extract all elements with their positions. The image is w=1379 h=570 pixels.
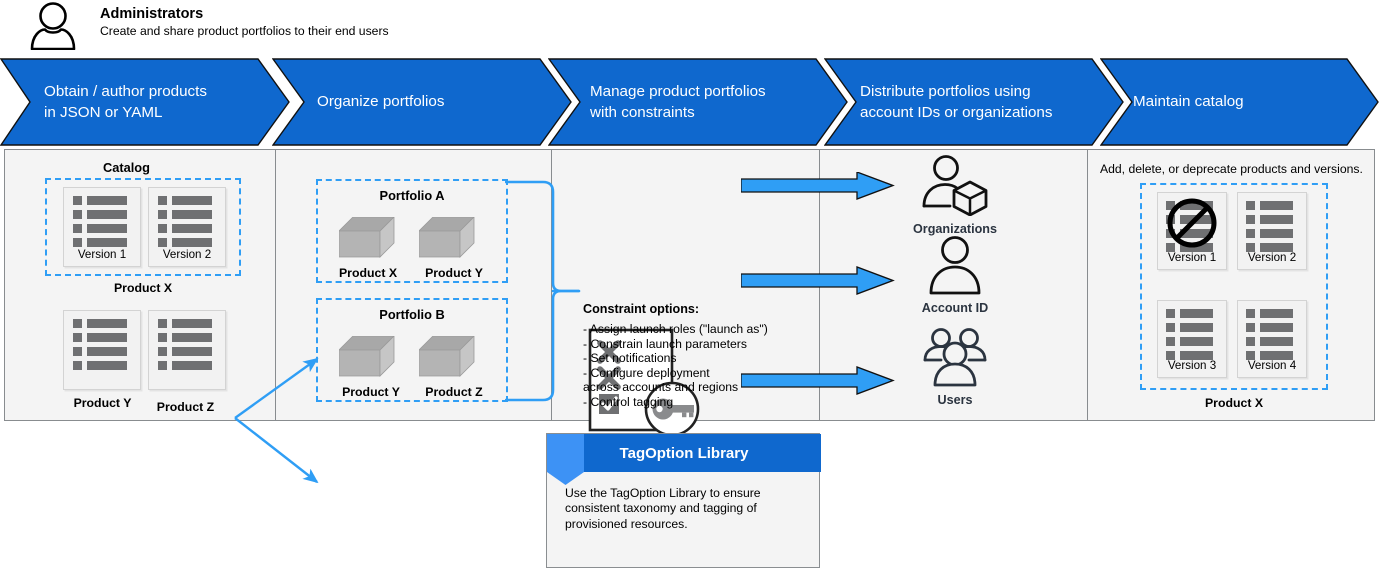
banner-step-3[interactable]: Manage product portfolios with constrain…: [548, 58, 848, 146]
person-icon: [26, 2, 80, 51]
portfolio-a-product-1-label: Product X: [338, 266, 398, 280]
version-card-caption: Version 1: [1167, 251, 1217, 264]
distribution-arrows: [741, 172, 895, 395]
product-x-label: Product X: [113, 281, 173, 295]
users-group-icon: [923, 328, 987, 387]
portfolio-b-product-1-label: Product Y: [342, 385, 400, 399]
maintain-product-x-label: Product X: [1204, 396, 1264, 410]
portfolio-b-title: Portfolio B: [379, 307, 445, 322]
banner-step-2-label: Organize portfolios: [317, 93, 445, 110]
tagoption-body: Use the TagOption Library to ensure cons…: [565, 486, 761, 531]
content-panels: Catalog Version 1 Version 2 Product X Pr…: [4, 149, 1375, 484]
tagoption-callout: TagOption Library Use the TagOption Libr…: [546, 433, 821, 568]
banner-step-1[interactable]: Obtain / author products in JSON or YAML: [0, 58, 290, 146]
banner-step-3-label: Manage product portfolios with constrain…: [590, 83, 766, 121]
product-box-icon[interactable]: [338, 216, 395, 268]
user-icon: [929, 236, 981, 295]
actor-subtitle: Create and share product portfolios to t…: [100, 24, 389, 38]
organizations-label: Organizations: [913, 222, 997, 236]
banner-step-1-label: Obtain / author products in JSON or YAML: [44, 83, 207, 121]
version-card[interactable]: Version 1: [1157, 192, 1227, 270]
product-box-icon[interactable]: [418, 216, 475, 268]
banner-step-2[interactable]: Organize portfolios: [272, 58, 572, 146]
catalog-title: Catalog: [103, 160, 150, 175]
product-y-card[interactable]: [63, 310, 141, 390]
banner-step-5-label: Maintain catalog: [1133, 93, 1244, 110]
portfolio-b-product-2-label: Product Z: [425, 385, 483, 399]
product-box-icon[interactable]: [338, 335, 395, 387]
tagoption-tab-icon: [547, 434, 584, 485]
maintain-note: Add, delete, or deprecate products and v…: [1100, 162, 1363, 176]
distribute-target-organizations[interactable]: Organizations: [900, 154, 1010, 236]
product-box-icon[interactable]: [418, 335, 475, 387]
version-card-caption: Version 2: [1247, 251, 1297, 264]
version-card[interactable]: Version 2: [148, 187, 226, 267]
constraint-options-heading: Constraint options:: [583, 302, 700, 316]
version-card-caption: Version 4: [1247, 359, 1297, 372]
version-card-caption: Version 3: [1167, 359, 1217, 372]
version-card[interactable]: Version 2: [1237, 192, 1307, 270]
distribute-target-users[interactable]: Users: [900, 327, 1010, 407]
banner-step-4[interactable]: Distribute portfolios using account IDs …: [824, 58, 1124, 146]
actor-title: Administrators: [100, 6, 204, 22]
administrators-actor: Administrators Create and share product …: [20, 2, 620, 52]
banner-step-4-label: Distribute portfolios using account IDs …: [860, 83, 1053, 121]
process-banner: Obtain / author products in JSON or YAML…: [0, 58, 1379, 146]
users-label: Users: [937, 393, 973, 407]
version-card-caption: Version 1: [77, 248, 127, 261]
account-id-label: Account ID: [921, 301, 989, 315]
panel-divider-4: [1087, 150, 1088, 420]
organization-user-icon: [922, 155, 988, 217]
portfolio-a-product-2-label: Product Y: [425, 266, 483, 280]
banner-step-5[interactable]: Maintain catalog: [1100, 58, 1379, 146]
version-card[interactable]: Version 1: [63, 187, 141, 267]
portfolio-to-constraints-bracket: [505, 180, 581, 402]
deprecated-icon: [1167, 198, 1217, 248]
portfolio-a-title: Portfolio A: [379, 188, 445, 203]
product-z-label: Product Z: [156, 400, 215, 414]
distribute-target-account-id[interactable]: Account ID: [900, 235, 1010, 315]
product-z-card[interactable]: [148, 310, 226, 390]
version-card[interactable]: Version 3: [1157, 300, 1227, 378]
version-card[interactable]: Version 4: [1237, 300, 1307, 378]
version-card-caption: Version 2: [162, 248, 212, 261]
tagoption-title: TagOption Library: [547, 434, 821, 472]
